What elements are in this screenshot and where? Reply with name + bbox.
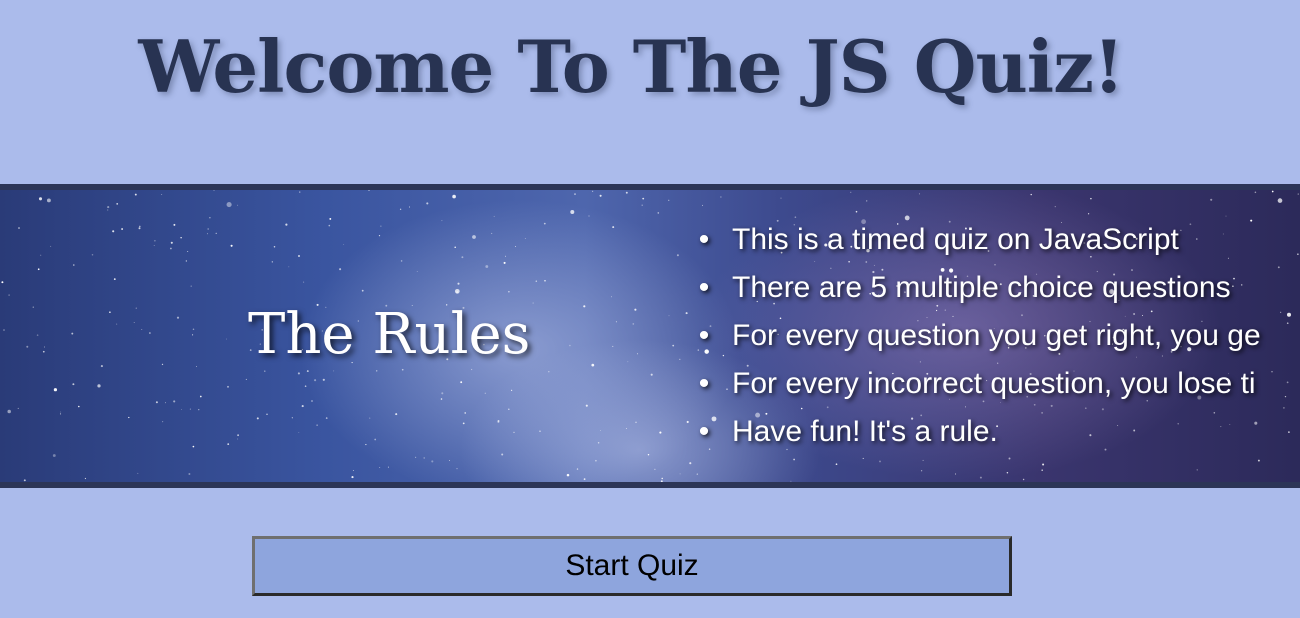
bullet-icon: • xyxy=(698,367,710,400)
bullet-icon: • xyxy=(698,319,710,352)
rules-list: • This is a timed quiz on JavaScript • The… xyxy=(699,216,1261,456)
rule-item: • There are 5 multiple choice questions xyxy=(699,264,1261,312)
rule-item: • For every incorrect question, you lose … xyxy=(699,360,1261,408)
rule-item: • This is a timed quiz on JavaScript xyxy=(699,216,1261,264)
quiz-start-page: Welcome To The JS Quiz! The Rules • This… xyxy=(0,0,1300,618)
rule-item: • For every question you get right, you g… xyxy=(699,312,1261,360)
rule-item: • Have fun! It's a rule. xyxy=(699,408,1261,456)
bullet-icon: • xyxy=(698,271,710,304)
bullet-icon: • xyxy=(698,415,710,448)
page-title: Welcome To The JS Quiz! xyxy=(138,24,1124,109)
rules-banner: The Rules • This is a timed quiz on JavaS… xyxy=(0,184,1300,488)
start-quiz-button[interactable]: Start Quiz xyxy=(252,536,1012,596)
bullet-icon: • xyxy=(698,223,710,256)
rules-heading: The Rules xyxy=(248,302,531,367)
